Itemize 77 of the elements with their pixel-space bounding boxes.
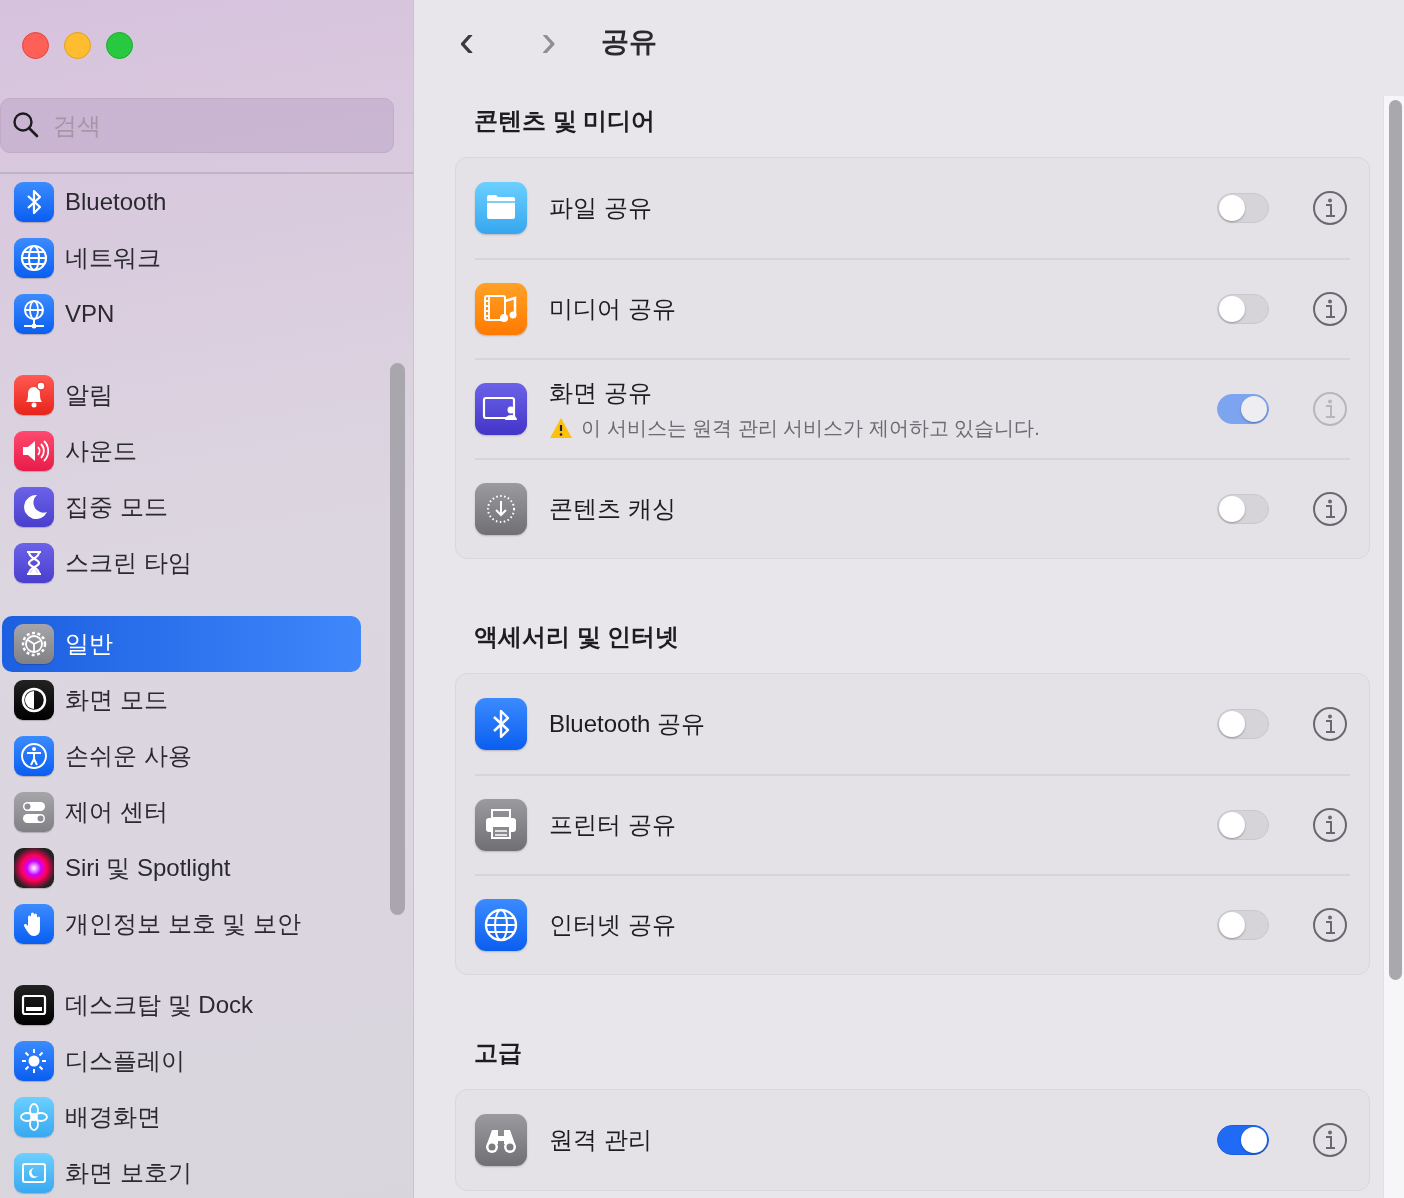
row-label: 프린터 공유	[549, 810, 677, 840]
sidebar-item[interactable]: 배경화면	[2, 1089, 361, 1145]
sidebar-item[interactable]: 일반	[2, 616, 361, 672]
sidebar-item[interactable]: 사운드	[2, 423, 361, 479]
row-label: 인터넷 공유	[549, 910, 677, 940]
row-label: 원격 관리	[549, 1125, 653, 1155]
sun-icon	[14, 1041, 54, 1081]
sidebar-item[interactable]: Bluetooth	[2, 174, 361, 230]
contrast-icon	[14, 680, 54, 720]
toggle-switch[interactable]	[1217, 1125, 1269, 1155]
info-icon[interactable]	[1312, 291, 1348, 327]
section-heading: 고급	[474, 1038, 523, 1068]
toggle-switch[interactable]	[1217, 810, 1269, 840]
moon-icon	[14, 487, 54, 527]
row-label: 미디어 공유	[549, 294, 677, 324]
sidebar-item[interactable]: 알림	[2, 367, 361, 423]
globe-network-icon	[14, 294, 54, 334]
sidebar-item[interactable]: 집중 모드	[2, 479, 361, 535]
bluetooth-icon	[14, 182, 54, 222]
sidebar-item[interactable]: 손쉬운 사용	[2, 728, 361, 784]
row-label: 콘텐츠 캐싱	[549, 494, 677, 524]
page-title: 공유	[601, 25, 657, 59]
sidebar-item[interactable]: Siri 및 Spotlight	[2, 840, 361, 896]
scrollbar-thumb[interactable]	[1389, 100, 1402, 980]
toggle-switch[interactable]	[1217, 494, 1269, 524]
screensaver-icon	[14, 1153, 54, 1193]
toggle-switch[interactable]	[1217, 193, 1269, 223]
globe-icon	[475, 899, 527, 951]
info-icon[interactable]	[1312, 1122, 1348, 1158]
film-music-icon	[475, 283, 527, 335]
info-icon	[1312, 391, 1348, 427]
zoom-button[interactable]	[106, 32, 133, 59]
scrollbar-thumb[interactable]	[390, 363, 405, 915]
sidebar-item[interactable]: 개인정보 보호 및 보안	[2, 896, 361, 952]
toggle-switch[interactable]	[1217, 910, 1269, 940]
toggle-switch[interactable]	[1217, 709, 1269, 739]
warning-text: 이 서비스는 원격 관리 서비스가 제어하고 있습니다.	[581, 415, 1040, 441]
sidebar-item[interactable]: 데스크탑 및 Dock	[2, 977, 361, 1033]
switches-icon	[14, 792, 54, 832]
hourglass-icon	[14, 543, 54, 583]
row-label: 화면 공유	[549, 377, 653, 408]
search-icon	[12, 111, 40, 139]
close-button[interactable]	[22, 32, 49, 59]
minimize-button[interactable]	[64, 32, 91, 59]
accessibility-icon	[14, 736, 54, 776]
sidebar-item[interactable]: 디스플레이	[2, 1033, 361, 1089]
bluetooth-icon	[475, 698, 527, 750]
warning-icon	[549, 417, 573, 439]
info-icon[interactable]	[1312, 491, 1348, 527]
sidebar-item[interactable]: 네트워크	[2, 230, 361, 286]
hand-icon	[14, 904, 54, 944]
row-label: 파일 공유	[549, 193, 653, 223]
row-label: Bluetooth 공유	[549, 709, 707, 739]
globe-icon	[14, 238, 54, 278]
folder-icon	[475, 182, 527, 234]
sidebar-item[interactable]: 화면 모드	[2, 672, 361, 728]
back-button[interactable]: ‹	[457, 15, 529, 69]
siri-orb-icon	[14, 848, 54, 888]
sidebar-item[interactable]: 화면 보호기	[2, 1145, 361, 1198]
printer-icon	[475, 799, 527, 851]
info-icon[interactable]	[1312, 190, 1348, 226]
gear-icon	[14, 624, 54, 664]
screen-person-icon	[475, 383, 527, 435]
sidebar-item[interactable]: 스크린 타임	[2, 535, 361, 591]
sidebar-item[interactable]: VPN	[2, 286, 361, 342]
info-icon[interactable]	[1312, 706, 1348, 742]
dock-window-icon	[14, 985, 54, 1025]
flower-icon	[14, 1097, 54, 1137]
section-heading: 콘텐츠 및 미디어	[474, 106, 657, 136]
sidebar-item[interactable]: 제어 센터	[2, 784, 361, 840]
section-heading: 액세서리 및 인터넷	[474, 622, 681, 652]
toggle-switch[interactable]	[1217, 294, 1269, 324]
binoculars-icon	[475, 1114, 527, 1166]
speaker-icon	[14, 431, 54, 471]
info-icon[interactable]	[1312, 907, 1348, 943]
bell-icon	[14, 375, 54, 415]
info-icon[interactable]	[1312, 807, 1348, 843]
